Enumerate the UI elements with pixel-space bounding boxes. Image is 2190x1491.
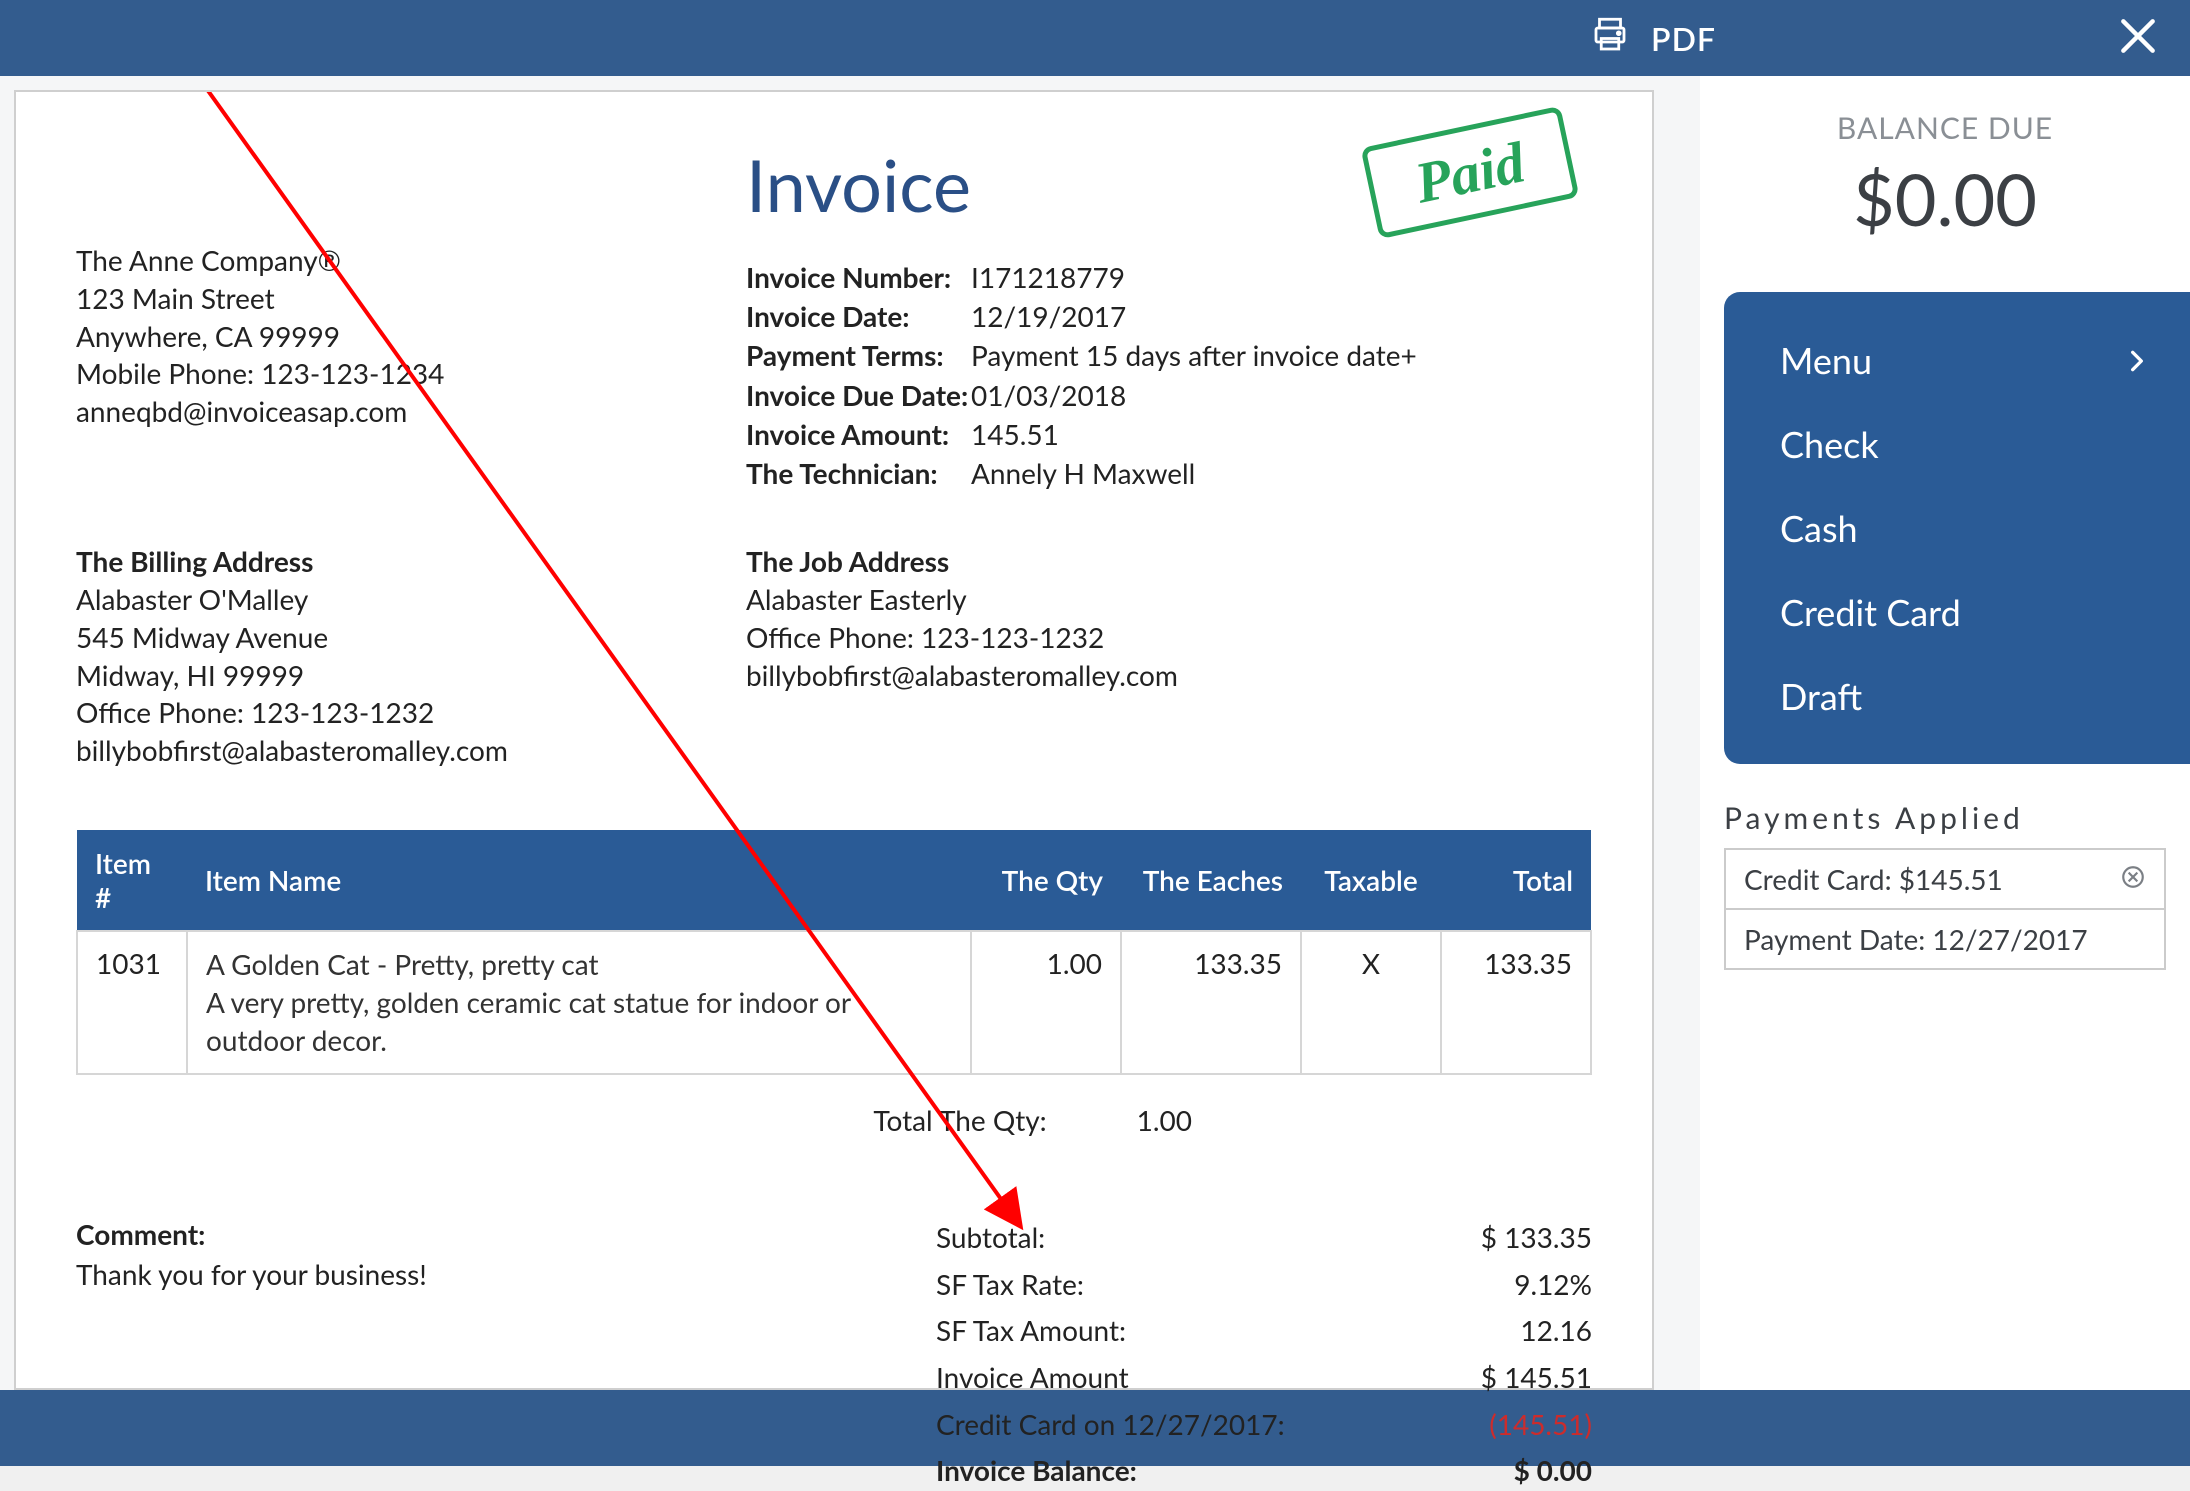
- col-item-no: Item #: [77, 830, 187, 931]
- menu-item-label: Cash: [1780, 506, 1858, 550]
- meta-date: 12/19/2017: [971, 297, 1592, 336]
- comment-text: Thank you for your business!: [76, 1257, 896, 1291]
- cell-taxable: X: [1301, 931, 1441, 1074]
- billing-addr2: Midway, HI 99999: [76, 657, 706, 695]
- invoice-viewport: The Anne Company® 123 Main Street Anywhe…: [0, 76, 1700, 1390]
- payment-menu-panel: Menu Check Cash Credit Card Draft: [1724, 292, 2190, 764]
- chevron-right-icon: [2124, 338, 2150, 382]
- billing-addr1: 545 Midway Avenue: [76, 619, 706, 657]
- menu-item-label: Credit Card: [1780, 590, 1961, 634]
- meta-tech: Annely H Maxwell: [971, 454, 1592, 493]
- company-block: The Anne Company® 123 Main Street Anywhe…: [76, 142, 706, 493]
- sidebar: BALANCE DUE $0.00 Menu Check Cash Credit…: [1700, 76, 2190, 1390]
- job-phone: Office Phone: 123-123-1232: [746, 619, 1592, 657]
- company-name: The Anne Company®: [76, 242, 706, 280]
- billing-title: The Billing Address: [76, 543, 706, 581]
- table-header-row: Item # Item Name The Qty The Eaches Taxa…: [77, 830, 1591, 931]
- menu-item-label: Menu: [1780, 338, 1872, 382]
- balance-due-label: BALANCE DUE: [1724, 110, 2166, 146]
- item-name-text: A Golden Cat - Pretty, pretty cat: [206, 946, 952, 984]
- billing-phone: Office Phone: 123-123-1232: [76, 694, 706, 732]
- qty-total-row: Total The Qty: 1.00: [76, 1103, 1592, 1137]
- meta-due: 01/03/2018: [971, 376, 1592, 415]
- table-row: 1031 A Golden Cat - Pretty, pretty cat A…: [77, 931, 1591, 1074]
- company-phone: Mobile Phone: 123-123-1234: [76, 355, 706, 393]
- pdf-label: PDF: [1651, 19, 1716, 58]
- taxrate-label: SF Tax Rate:: [936, 1264, 1442, 1305]
- balance-due-amount: $0.00: [1724, 156, 2166, 242]
- totals-block: Subtotal: $ 133.35 SF Tax Rate: 9.12% SF…: [936, 1217, 1592, 1491]
- payments-applied-label: Payments Applied: [1724, 800, 2166, 836]
- job-address-block: The Job Address Alabaster Easterly Offic…: [746, 543, 1592, 770]
- billing-address-block: The Billing Address Alabaster O'Malley 5…: [76, 543, 706, 770]
- subtotal-value: $ 133.35: [1442, 1217, 1592, 1258]
- comment-block: Comment: Thank you for your business!: [76, 1217, 896, 1491]
- applied-payment-line1: Credit Card: $145.51: [1744, 862, 2003, 896]
- col-total: Total: [1441, 830, 1591, 931]
- invoice-document: The Anne Company® 123 Main Street Anywhe…: [14, 90, 1654, 1390]
- company-addr2: Anywhere, CA 99999: [76, 318, 706, 356]
- taxamt-label: SF Tax Amount:: [936, 1310, 1442, 1351]
- menu-item-check[interactable]: Check: [1724, 402, 2190, 486]
- job-email: billybobfirst@alabasteromalley.com: [746, 657, 1592, 695]
- meta-number-label: Invoice Number:: [746, 258, 971, 297]
- delete-payment-button[interactable]: [2120, 862, 2146, 896]
- payment-label: Credit Card on 12/27/2017:: [936, 1404, 1442, 1445]
- invamt-value: $ 145.51: [1442, 1357, 1592, 1398]
- meta-terms: Payment 15 days after invoice date+: [971, 336, 1592, 375]
- meta-terms-label: Payment Terms:: [746, 336, 971, 375]
- pdf-button[interactable]: PDF: [1589, 14, 1716, 63]
- col-item-name: Item Name: [187, 830, 971, 931]
- meta-amount-label: Invoice Amount:: [746, 415, 971, 454]
- cell-eaches: 133.35: [1121, 931, 1301, 1074]
- meta-number: I171218779: [971, 258, 1592, 297]
- taxamt-value: 12.16: [1442, 1310, 1592, 1351]
- delete-icon: [2120, 862, 2146, 896]
- menu-item-label: Check: [1780, 422, 1879, 466]
- subtotal-label: Subtotal:: [936, 1217, 1442, 1258]
- top-bar: PDF: [0, 0, 2190, 76]
- job-title: The Job Address: [746, 543, 1592, 581]
- meta-amount: 145.51: [971, 415, 1592, 454]
- invoice-meta: Invoice Number: I171218779 Invoice Date:…: [746, 258, 1592, 493]
- col-taxable: Taxable: [1301, 830, 1441, 931]
- meta-date-label: Invoice Date:: [746, 297, 971, 336]
- job-name: Alabaster Easterly: [746, 581, 1592, 619]
- menu-item-credit-card[interactable]: Credit Card: [1724, 570, 2190, 654]
- col-qty: The Qty: [971, 830, 1121, 931]
- menu-item-draft[interactable]: Draft: [1724, 654, 2190, 738]
- menu-item-cash[interactable]: Cash: [1724, 486, 2190, 570]
- close-button[interactable]: [2116, 14, 2160, 62]
- col-eaches: The Eaches: [1121, 830, 1301, 931]
- content-area: The Anne Company® 123 Main Street Anywhe…: [0, 76, 2190, 1390]
- taxrate-value: 9.12%: [1442, 1264, 1592, 1305]
- company-addr1: 123 Main Street: [76, 280, 706, 318]
- close-icon: [2116, 44, 2160, 62]
- cell-item-name: A Golden Cat - Pretty, pretty cat A very…: [187, 931, 971, 1074]
- billing-email: billybobfirst@alabasteromalley.com: [76, 732, 706, 770]
- line-items-table: Item # Item Name The Qty The Eaches Taxa…: [76, 830, 1592, 1075]
- billing-name: Alabaster O'Malley: [76, 581, 706, 619]
- meta-tech-label: The Technician:: [746, 454, 971, 493]
- item-desc-text: A very pretty, golden ceramic cat statue…: [206, 984, 952, 1060]
- payment-value: (145.51): [1442, 1404, 1592, 1445]
- balance-value: $ 0.00: [1442, 1450, 1592, 1491]
- applied-payment-line2: Payment Date: 12/27/2017: [1744, 922, 2088, 956]
- meta-due-label: Invoice Due Date:: [746, 376, 971, 415]
- qty-total-value: 1.00: [1137, 1103, 1192, 1137]
- company-email: anneqbd@invoiceasap.com: [76, 393, 706, 431]
- cell-item-no: 1031: [77, 931, 187, 1074]
- menu-item-menu[interactable]: Menu: [1724, 318, 2190, 402]
- cell-total: 133.35: [1441, 931, 1591, 1074]
- print-icon: [1589, 14, 1631, 63]
- invamt-label: Invoice Amount: [936, 1357, 1442, 1398]
- balance-label: Invoice Balance:: [936, 1450, 1442, 1491]
- applied-payment-card: Credit Card: $145.51 Payment Date: 12/27…: [1724, 848, 2166, 970]
- qty-total-label: Total The Qty:: [873, 1103, 1046, 1137]
- menu-item-label: Draft: [1780, 674, 1862, 718]
- comment-label: Comment:: [76, 1217, 896, 1251]
- cell-qty: 1.00: [971, 931, 1121, 1074]
